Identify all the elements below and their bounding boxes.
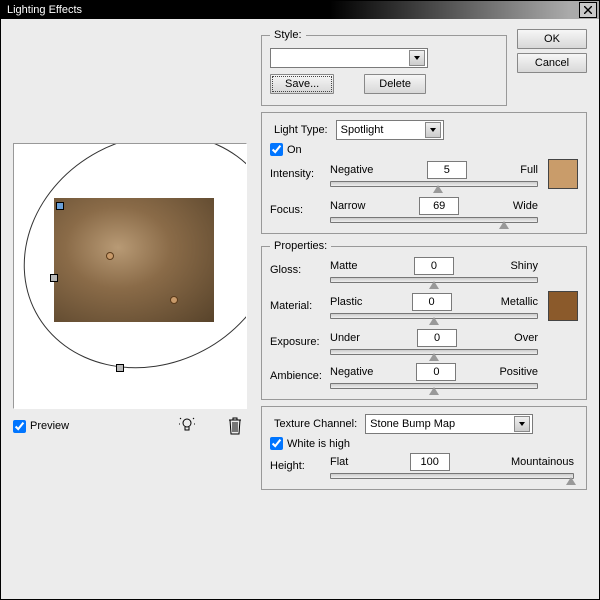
ok-button[interactable]: OK — [517, 29, 587, 49]
light-ellipse[interactable] — [13, 143, 247, 409]
preview-checkbox[interactable] — [13, 420, 26, 433]
ambient-color-swatch[interactable] — [548, 291, 578, 321]
light-color-swatch[interactable] — [548, 159, 578, 189]
save-style-button[interactable]: Save... — [270, 74, 334, 94]
close-icon — [584, 6, 592, 14]
intensity-label: Intensity: — [270, 168, 326, 180]
delete-style-button[interactable]: Delete — [364, 74, 426, 94]
focus-value[interactable]: 69 — [419, 197, 459, 215]
light-on-checkbox[interactable] — [270, 143, 283, 156]
ambience-value[interactable]: 0 — [416, 363, 456, 381]
chevron-down-icon — [414, 56, 420, 60]
light-type-select[interactable]: Spotlight — [336, 120, 444, 140]
preview-canvas[interactable] — [13, 143, 247, 409]
white-is-high-label: White is high — [287, 438, 350, 450]
height-slider[interactable] — [330, 473, 574, 479]
trash-icon[interactable] — [227, 417, 243, 435]
height-label: Height: — [270, 460, 326, 472]
chevron-down-icon — [519, 422, 525, 426]
ellipse-handle[interactable] — [116, 364, 124, 372]
chevron-down-icon — [430, 128, 436, 132]
light-type-group: Light Type: Spotlight On Intensity: Nega… — [261, 112, 587, 234]
texture-channel-group: Texture Channel: Stone Bump Map White is… — [261, 406, 587, 490]
style-select[interactable] — [270, 48, 428, 68]
title-bar: Lighting Effects — [1, 1, 599, 19]
light-type-label: Light Type: — [270, 124, 332, 136]
exposure-value[interactable]: 0 — [417, 329, 457, 347]
texture-channel-select[interactable]: Stone Bump Map — [365, 414, 533, 434]
ambience-label: Ambience: — [270, 370, 326, 382]
focus-label: Focus: — [270, 204, 326, 216]
gloss-value[interactable]: 0 — [414, 257, 454, 275]
material-slider[interactable] — [330, 313, 538, 319]
cancel-button[interactable]: Cancel — [517, 53, 587, 73]
texture-channel-label: Texture Channel: — [270, 418, 361, 430]
ambience-slider[interactable] — [330, 383, 538, 389]
intensity-value[interactable]: 5 — [427, 161, 467, 179]
close-button[interactable] — [579, 2, 597, 18]
exposure-label: Exposure: — [270, 336, 326, 348]
lightbulb-icon[interactable] — [179, 417, 195, 435]
ellipse-handle[interactable] — [50, 274, 58, 282]
light-on-label: On — [287, 144, 302, 156]
style-group: Style: Save... Delete — [261, 29, 507, 106]
intensity-slider[interactable] — [330, 181, 538, 187]
preview-label: Preview — [30, 420, 69, 432]
window-title: Lighting Effects — [7, 4, 82, 16]
focus-slider[interactable] — [330, 217, 538, 223]
ellipse-handle[interactable] — [56, 202, 64, 210]
material-value[interactable]: 0 — [412, 293, 452, 311]
light-center-handle[interactable] — [106, 252, 114, 260]
light-focus-handle[interactable] — [170, 296, 178, 304]
gloss-slider[interactable] — [330, 277, 538, 283]
style-label: Style: — [270, 29, 306, 41]
properties-label: Properties: — [270, 240, 331, 252]
exposure-slider[interactable] — [330, 349, 538, 355]
gloss-label: Gloss: — [270, 264, 326, 276]
material-label: Material: — [270, 300, 326, 312]
properties-group: Properties: Gloss: Matte0Shiny Material:… — [261, 240, 587, 400]
white-is-high-checkbox[interactable] — [270, 437, 283, 450]
height-value[interactable]: 100 — [410, 453, 450, 471]
